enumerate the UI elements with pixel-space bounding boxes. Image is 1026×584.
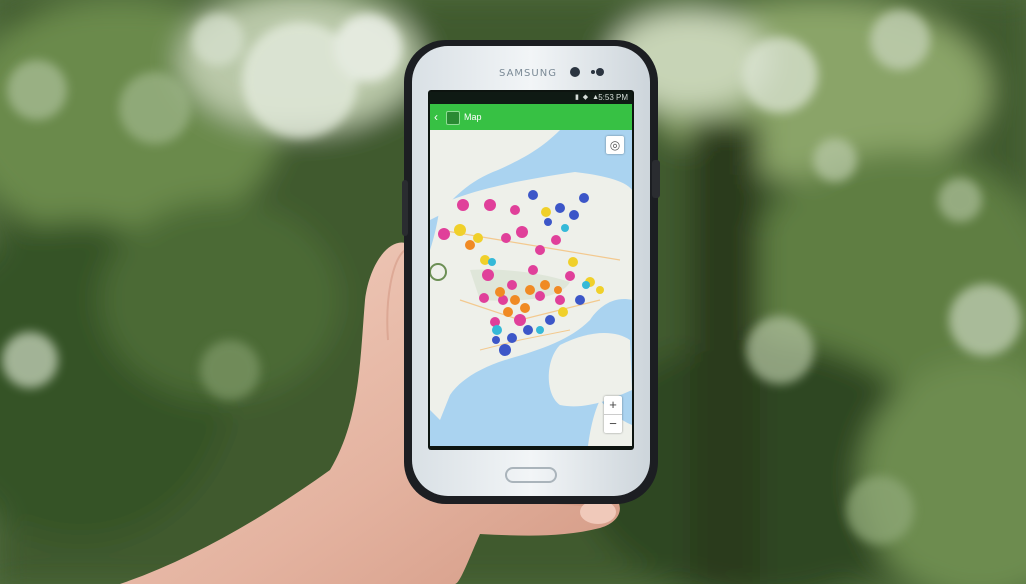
back-arrow-icon[interactable]: ‹ <box>434 109 438 125</box>
map-view[interactable]: ◎ + − <box>430 130 632 446</box>
app-logo-icon <box>446 111 460 125</box>
status-icons: ▮ ◆ ▲ <box>574 94 600 101</box>
app-title: Map <box>464 112 482 122</box>
phone-brand-label: SAMSUNG <box>499 68 557 79</box>
photo: SAMSUNG ▮ ◆ ▲ 5:53 PM ‹ Map ◎ + − <box>0 0 1026 584</box>
zoom-out-icon[interactable]: − <box>604 415 622 433</box>
app-bar: ‹ Map <box>430 104 632 130</box>
zoom-in-icon[interactable]: + <box>604 396 622 414</box>
phone-status-bar: ▮ ◆ ▲ 5:53 PM <box>430 92 632 104</box>
locate-me-icon[interactable]: ◎ <box>606 136 624 154</box>
zoom-controls: + − <box>604 396 622 433</box>
status-time: 5:53 PM <box>598 93 628 102</box>
